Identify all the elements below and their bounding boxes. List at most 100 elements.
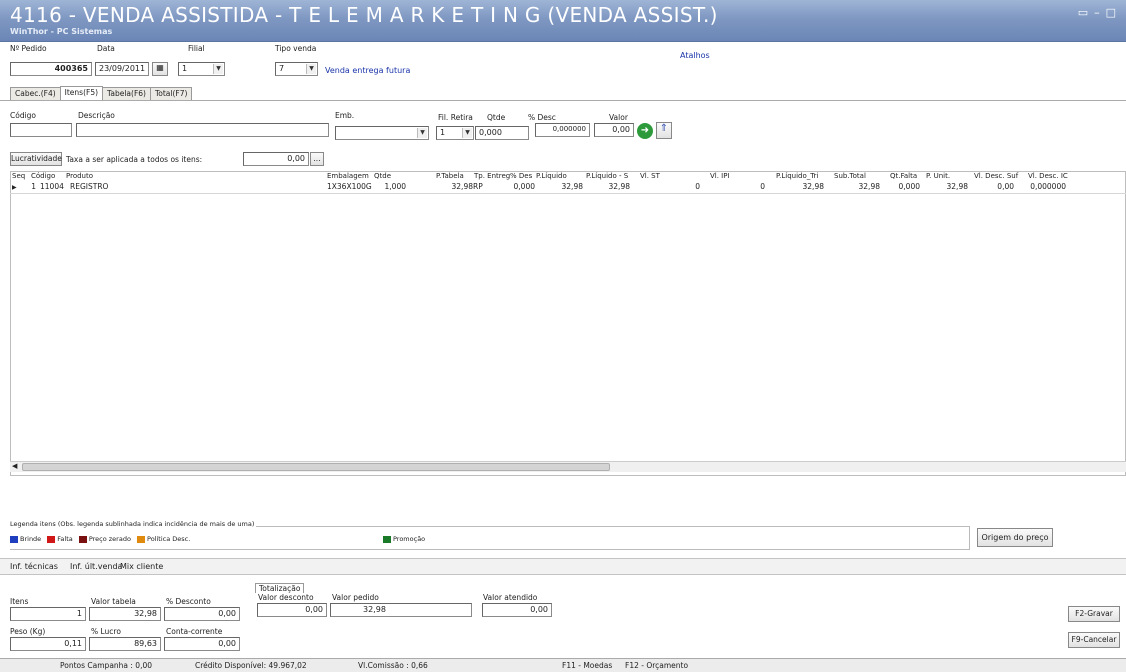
valor-tabela-label: Valor tabela [91, 597, 136, 606]
taxa-ellipsis-button[interactable]: ... [310, 152, 324, 166]
chevron-down-icon[interactable]: ▼ [417, 128, 427, 138]
peso-field[interactable]: 0,11 [10, 637, 86, 651]
status-moedas[interactable]: F11 - Moedas [562, 661, 612, 670]
col-header[interactable]: Tp. Entreg [474, 172, 510, 180]
col-header[interactable]: Vl. Desc. IC [1028, 172, 1068, 180]
col-header[interactable]: Vl. ST [640, 172, 660, 180]
cell-vlst[interactable]: 0 [690, 182, 700, 191]
cell-qtde[interactable]: 1,000 [366, 182, 406, 191]
gravar-button[interactable]: F2-Gravar [1068, 606, 1120, 622]
col-header[interactable]: Vl. IPI [710, 172, 730, 180]
items-grid [10, 171, 1126, 476]
col-header[interactable]: Seq [12, 172, 25, 180]
cell-vldesc-ic[interactable]: 0,000000 [1020, 182, 1066, 191]
col-header[interactable]: Qtde [374, 172, 391, 180]
confirm-arrow-icon[interactable]: ➜ [637, 123, 653, 139]
pedido-field[interactable]: 400365 [10, 62, 92, 76]
atalhos-link[interactable]: Atalhos [680, 51, 710, 60]
codigo-label: Código [10, 111, 37, 120]
chevron-down-icon[interactable]: ▼ [213, 64, 223, 74]
tab-tabela[interactable]: Tabela(F6) [102, 87, 151, 100]
filial-value: 1 [182, 64, 188, 73]
valor-field[interactable]: 0,00 [594, 123, 634, 137]
cell-embalagem[interactable]: 1X36X100G [327, 182, 372, 191]
lucratividade-button[interactable]: Lucratividade [10, 152, 62, 166]
pct-desconto-field[interactable]: 0,00 [164, 607, 240, 621]
tab-cabec[interactable]: Cabec.(F4) [10, 87, 61, 100]
valor-desconto-field[interactable]: 0,00 [257, 603, 327, 617]
table-row[interactable]: ▶ 1 11004 REGISTRO 1X36X100G 1,000 32,98… [10, 182, 1126, 194]
thermometer-icon[interactable]: ⇑ [656, 122, 672, 139]
conta-field[interactable]: 0,00 [164, 637, 240, 651]
valor-pedido-field[interactable]: 32,98 [330, 603, 472, 617]
origem-preco-button[interactable]: Origem do preço [977, 528, 1053, 547]
cell-produto[interactable]: REGISTRO [70, 182, 108, 191]
cell-ptabela[interactable]: 32,98 [430, 182, 473, 191]
chevron-down-icon[interactable]: ▼ [306, 64, 316, 74]
emb-select[interactable]: ▼ [335, 126, 429, 140]
calendar-icon[interactable]: ▦ [152, 62, 168, 76]
politica-desc-swatch [137, 535, 146, 543]
lucro-field[interactable]: 89,63 [89, 637, 161, 651]
col-header[interactable]: % Des [510, 172, 532, 180]
cell-vldesc-suf[interactable]: 0,00 [974, 182, 1014, 191]
data-field[interactable]: 23/09/2011 [95, 62, 149, 76]
cell-tpentreg[interactable]: RP [473, 182, 483, 191]
falta-swatch [47, 535, 56, 543]
tipo-venda-select[interactable]: 7 ▼ [275, 62, 318, 76]
desc-field[interactable]: 0,000000 [535, 123, 590, 137]
cell-codigo[interactable]: 11004 [40, 182, 64, 191]
fil-retira-select[interactable]: 1 ▼ [436, 126, 474, 140]
restore-icon[interactable]: ▭ [1078, 6, 1088, 19]
filial-label: Filial [188, 44, 205, 53]
cancelar-button[interactable]: F9-Cancelar [1068, 632, 1120, 648]
tab-inf-ult-venda[interactable]: Inf. últ.venda [70, 562, 122, 571]
emb-label: Emb. [335, 111, 355, 120]
col-header[interactable]: P.Tabela [436, 172, 464, 180]
legend-title: Legenda itens (Obs. legenda sublinhada i… [10, 520, 257, 528]
cell-vlipi[interactable]: 0 [755, 182, 765, 191]
lucro-label: % Lucro [91, 627, 121, 636]
grid-horizontal-scrollbar[interactable]: ◀ [10, 461, 1126, 472]
status-orcamento[interactable]: F12 - Orçamento [625, 661, 688, 670]
col-header[interactable]: Produto [66, 172, 93, 180]
col-header[interactable]: P. Unit. [926, 172, 950, 180]
minimize-icon[interactable]: – [1094, 6, 1100, 19]
cell-seq[interactable]: 1 [24, 182, 36, 191]
legend-promocao-wrap: Promoção [383, 535, 425, 543]
col-header[interactable]: P.Líquido - S [586, 172, 628, 180]
descricao-field[interactable] [76, 123, 329, 137]
col-header[interactable]: P.Líquido [536, 172, 567, 180]
col-header[interactable]: Qt.Falta [890, 172, 917, 180]
qtde-field[interactable]: 0,000 [475, 126, 529, 140]
cell-pliquido[interactable]: 32,98 [540, 182, 583, 191]
col-header[interactable]: Sub.Total [834, 172, 866, 180]
valor-tabela-field[interactable]: 32,98 [89, 607, 161, 621]
cell-pliquido-tri[interactable]: 32,98 [780, 182, 824, 191]
scroll-left-icon[interactable]: ◀ [12, 462, 17, 470]
cell-qtfalta[interactable]: 0,000 [884, 182, 920, 191]
col-header[interactable]: Código [31, 172, 55, 180]
cell-desc[interactable]: 0,000 [510, 182, 535, 191]
tab-itens[interactable]: Itens(F5) [59, 86, 104, 100]
col-header[interactable]: P.Líquido_Tri [776, 172, 818, 180]
brinde-swatch [10, 535, 18, 543]
col-header[interactable]: Vl. Desc. Suf [974, 172, 1018, 180]
taxa-field[interactable]: 0,00 [243, 152, 309, 166]
tab-mix-cliente[interactable]: Mix cliente [120, 562, 163, 571]
maximize-icon[interactable]: □ [1106, 6, 1116, 19]
tab-inf-tecnicas[interactable]: Inf. técnicas [10, 562, 58, 571]
totalizacao-tab[interactable]: Totalização [255, 583, 305, 593]
codigo-field[interactable] [10, 123, 72, 137]
cell-subtotal[interactable]: 32,98 [836, 182, 880, 191]
cell-punit[interactable]: 32,98 [924, 182, 968, 191]
valor-atendido-field[interactable]: 0,00 [482, 603, 552, 617]
chevron-down-icon[interactable]: ▼ [462, 128, 472, 138]
tab-total[interactable]: Total(F7) [149, 87, 193, 100]
filial-select[interactable]: 1 ▼ [178, 62, 225, 76]
cell-pliquido-s[interactable]: 32,98 [586, 182, 630, 191]
itens-field[interactable]: 1 [10, 607, 86, 621]
col-header[interactable]: Embalagem [327, 172, 369, 180]
scrollbar-thumb[interactable] [22, 463, 610, 471]
window-subtitle: WinThor - PC Sistemas [10, 27, 113, 36]
